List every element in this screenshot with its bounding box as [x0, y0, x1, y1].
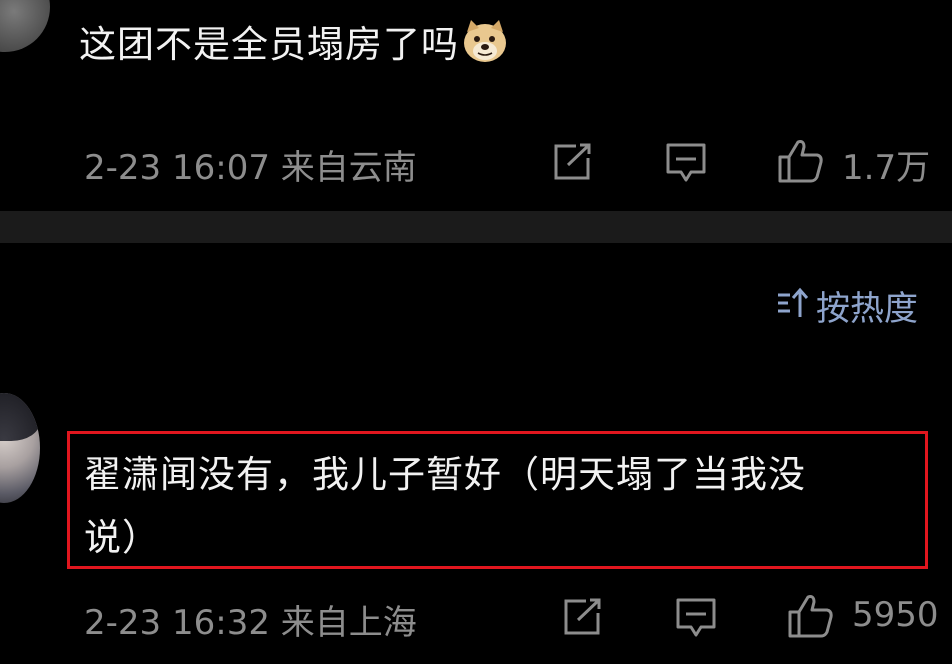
- user-avatar[interactable]: [0, 0, 50, 52]
- comment-body: 这团不是全员塌房了吗: [79, 18, 509, 75]
- reply-icon[interactable]: [675, 597, 717, 643]
- avatar-hair: [0, 393, 40, 441]
- like-count: 5950: [852, 595, 939, 635]
- user-avatar[interactable]: [0, 393, 40, 503]
- like-count: 1.7万: [842, 148, 931, 188]
- comment-meta: 2-23 16:32 来自上海: [84, 603, 417, 643]
- sort-label: 按热度: [816, 288, 918, 329]
- reply-icon[interactable]: [665, 142, 707, 188]
- share-icon[interactable]: [552, 143, 592, 185]
- highlight-annotation-box: [67, 431, 928, 569]
- comment-text: 这团不是全员塌房了吗: [79, 23, 459, 66]
- sort-by-heat-button[interactable]: 按热度: [776, 283, 918, 329]
- like-icon[interactable]: [787, 593, 835, 643]
- sort-icon: [776, 286, 810, 324]
- section-divider: [0, 211, 952, 243]
- comment-meta: 2-23 16:07 来自云南: [84, 148, 417, 188]
- share-icon[interactable]: [562, 598, 602, 640]
- like-icon[interactable]: [777, 138, 825, 188]
- doge-icon: [461, 18, 509, 75]
